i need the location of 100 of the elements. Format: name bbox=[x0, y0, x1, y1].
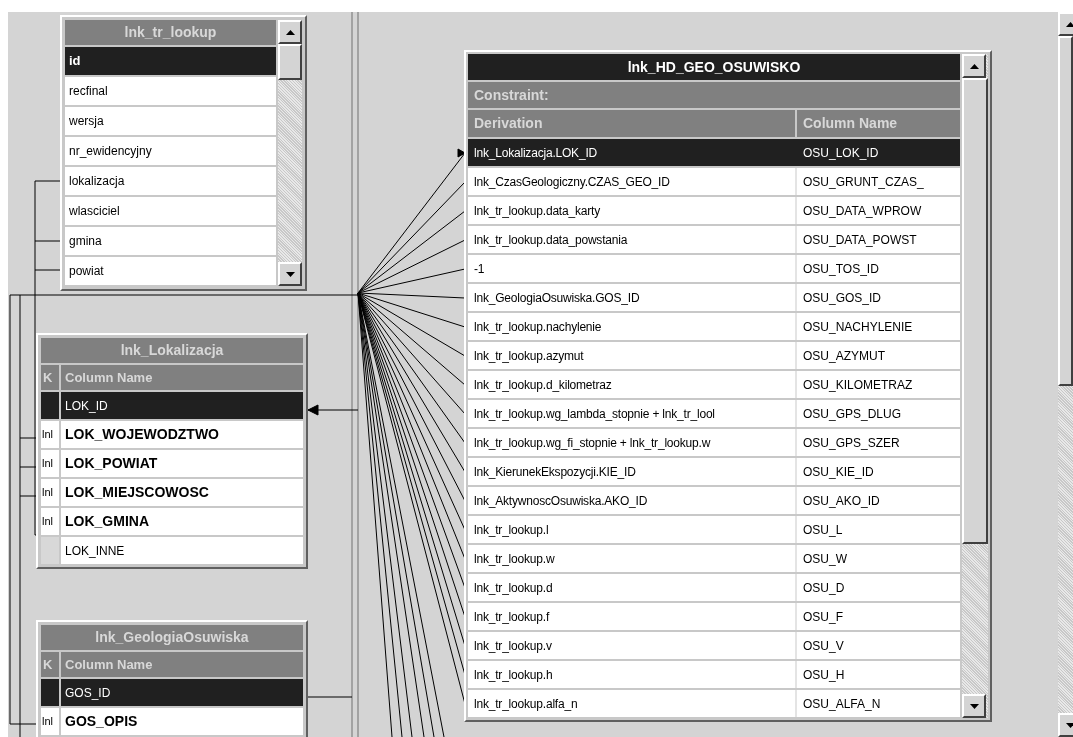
key-cell: lnl bbox=[41, 450, 59, 477]
up-arrow-icon bbox=[1065, 21, 1073, 27]
table-row[interactable]: lnk_tr_lookup.wg_lambda_stopnie + lnk_tr_lool OSU_GPS_DLUG bbox=[468, 400, 960, 427]
derivation-cell: lnk_tr_lookup.alfa_n bbox=[468, 690, 795, 717]
derivation-cell-text: lnk_Lokalizacja.LOK_ID bbox=[473, 144, 598, 162]
column-name-cell: OSU_KIE_ID bbox=[797, 458, 960, 485]
column-name-cell: OSU_V bbox=[797, 632, 960, 659]
table-node[interactable] bbox=[464, 50, 992, 722]
column-row[interactable]: lokalizacja bbox=[65, 167, 276, 195]
column-row[interactable]: LOK_MIEJSCOWOSC bbox=[61, 479, 303, 506]
derivation-cell: lnk_tr_lookup.d_kilometraz bbox=[468, 371, 795, 398]
table-title: lnk_tr_lookup bbox=[65, 20, 276, 45]
column-header: Column Name bbox=[797, 110, 960, 137]
scroll-up-button[interactable] bbox=[278, 20, 302, 44]
table-row[interactable]: lnk_tr_lookup.d_kilometraz OSU_KILOMETRAZ bbox=[468, 371, 960, 398]
column-row[interactable]: id bbox=[65, 47, 276, 75]
derivation-cell: lnk_tr_lookup.nachylenie bbox=[468, 313, 795, 340]
key-cell: lnl bbox=[41, 708, 59, 735]
table-row[interactable]: -1 OSU_TOS_ID bbox=[468, 255, 960, 282]
table-row[interactable]: lnk_tr_lookup.v OSU_V bbox=[468, 632, 960, 659]
table-row[interactable]: lnk_tr_lookup.data_karty OSU_DATA_WPROW bbox=[468, 197, 960, 224]
scrollbar-thumb[interactable] bbox=[278, 44, 302, 80]
key-cell bbox=[41, 679, 59, 706]
column-row[interactable]: nr_ewidencyjny bbox=[65, 137, 276, 165]
up-arrow-icon bbox=[285, 29, 295, 35]
derivation-cell: lnk_tr_lookup.d bbox=[468, 574, 795, 601]
column-header: Derivation bbox=[468, 110, 795, 137]
key-cell bbox=[41, 392, 59, 419]
table-row[interactable]: lnk_tr_lookup.nachylenie OSU_NACHYLENIE bbox=[468, 313, 960, 340]
derivation-cell: lnk_tr_lookup.azymut bbox=[468, 342, 795, 369]
column-row[interactable]: LOK_WOJEWODZTWO bbox=[61, 421, 303, 448]
constraint-label: Constraint: bbox=[468, 82, 960, 108]
column-name-cell: OSU_GRUNT_CZAS_ bbox=[797, 168, 960, 195]
derivation-cell: lnk_tr_lookup.l bbox=[468, 516, 795, 543]
column-row[interactable]: LOK_ID bbox=[61, 392, 303, 419]
table-row[interactable]: lnk_Lokalizacja.LOK_ID OSU_LOK_ID bbox=[468, 139, 960, 166]
column-name-cell: OSU_DATA_POWST bbox=[797, 226, 960, 253]
table-row[interactable]: lnk_CzasGeologiczny.CZAS_GEO_ID OSU_GRUNT_CZAS_ bbox=[468, 168, 960, 195]
key-cell: lnl bbox=[41, 421, 59, 448]
scroll-up-button[interactable] bbox=[962, 54, 986, 78]
column-header: K bbox=[41, 652, 59, 677]
table-node[interactable]: lnk_GeologiaOsuwiska K Column Name GOS_ID lnl GOS_OPIS bbox=[36, 620, 308, 737]
table-row[interactable]: lnk_KierunekEkspozycji.KIE_ID OSU_KIE_ID bbox=[468, 458, 960, 485]
derivation-cell: lnk_tr_lookup.f bbox=[468, 603, 795, 630]
column-row[interactable]: wlasciciel bbox=[65, 197, 276, 225]
scroll-down-button[interactable] bbox=[962, 694, 986, 718]
column-name-cell: OSU_AZYMUT bbox=[797, 342, 960, 369]
table-row[interactable]: lnk_tr_lookup.l OSU_L bbox=[468, 516, 960, 543]
column-row[interactable]: GOS_ID bbox=[61, 679, 303, 706]
scrollbar-thumb[interactable] bbox=[962, 78, 988, 544]
table-row[interactable]: lnk_GeologiaOsuwiska.GOS_ID OSU_GOS_ID bbox=[468, 284, 960, 311]
table-row[interactable]: lnk_tr_lookup.azymut OSU_AZYMUT bbox=[468, 342, 960, 369]
column-name-cell: OSU_NACHYLENIE bbox=[797, 313, 960, 340]
table-row[interactable]: lnk_tr_lookup.data_powstania OSU_DATA_POWST bbox=[468, 226, 960, 253]
vertical-scrollbar[interactable] bbox=[1058, 12, 1073, 737]
column-row[interactable]: gmina bbox=[65, 227, 276, 255]
table-row[interactable]: lnk_tr_lookup.alfa_n OSU_ALFA_N bbox=[468, 690, 960, 717]
table-row[interactable]: lnk_AktywnoscOsuwiska.AKO_ID OSU_AKO_ID bbox=[468, 487, 960, 514]
column-row[interactable]: LOK_POWIAT bbox=[61, 450, 303, 477]
column-header: Column Name bbox=[61, 652, 303, 677]
scrollbar-thumb[interactable] bbox=[1058, 36, 1073, 386]
column-row[interactable]: GOS_OPIS bbox=[61, 708, 303, 735]
up-arrow-icon bbox=[969, 63, 979, 69]
column-name-cell: OSU_W bbox=[797, 545, 960, 572]
table-node[interactable]: lnk_tr_lookup id recfinal wersja nr_ewidencyjny lokalizacja wlasciciel gmina powiat bbox=[60, 15, 307, 291]
column-row[interactable]: recfinal bbox=[65, 77, 276, 105]
table-title: lnk_Lokalizacja bbox=[41, 338, 303, 363]
column-row[interactable]: powiat bbox=[65, 257, 276, 285]
derivation-cell: lnk_tr_lookup.wg_lambda_stopnie + lnk_tr_lool bbox=[468, 400, 795, 427]
scroll-down-button[interactable] bbox=[278, 262, 302, 286]
derivation-cell: lnk_CzasGeologiczny.CZAS_GEO_ID bbox=[468, 168, 795, 195]
column-name-cell: OSU_GPS_SZER bbox=[797, 429, 960, 456]
derivation-cell: lnk_tr_lookup.w bbox=[468, 545, 795, 572]
column-row[interactable]: LOK_INNE bbox=[61, 537, 303, 564]
column-name-cell: OSU_TOS_ID bbox=[797, 255, 960, 282]
derivation-cell: lnk_tr_lookup.data_powstania bbox=[468, 226, 795, 253]
column-name-cell: OSU_GPS_DLUG bbox=[797, 400, 960, 427]
key-cell: lnl bbox=[41, 508, 59, 535]
column-name-cell-text: OSU_LOK_ID bbox=[802, 144, 880, 162]
derivation-cell: lnk_KierunekEkspozycji.KIE_ID bbox=[468, 458, 795, 485]
down-arrow-icon bbox=[285, 271, 295, 277]
table-row[interactable]: lnk_tr_lookup.w OSU_W bbox=[468, 545, 960, 572]
column-name-cell: OSU_GOS_ID bbox=[797, 284, 960, 311]
table-row[interactable]: lnk_tr_lookup.wg_fi_stopnie + lnk_tr_lookup.w OSU_GPS_SZER bbox=[468, 429, 960, 456]
table-row[interactable]: lnk_tr_lookup.h OSU_H bbox=[468, 661, 960, 688]
vertical-scrollbar[interactable] bbox=[278, 20, 302, 286]
table-row[interactable]: lnk_tr_lookup.d OSU_D bbox=[468, 574, 960, 601]
derivation-cell: lnk_AktywnoscOsuwiska.AKO_ID bbox=[468, 487, 795, 514]
derivation-cell: lnk_GeologiaOsuwiska.GOS_ID bbox=[468, 284, 795, 311]
column-name-cell: OSU_ALFA_N bbox=[797, 690, 960, 717]
table-title: lnk_HD_GEO_OSUWISKO bbox=[468, 54, 960, 80]
column-header: K bbox=[41, 365, 59, 390]
table-node[interactable]: lnk_Lokalizacja K Column Name LOK_ID lnl LOK_WOJEWODZTWO lnl LOK_POWIAT lnl LOK_MIEJSCOWOSC lnl LOK_GMINA LOK_INNE bbox=[36, 333, 308, 569]
column-row[interactable]: wersja bbox=[65, 107, 276, 135]
column-name-cell: OSU_AKO_ID bbox=[797, 487, 960, 514]
column-name-cell: OSU_H bbox=[797, 661, 960, 688]
column-row[interactable]: LOK_GMINA bbox=[61, 508, 303, 535]
vertical-scrollbar[interactable] bbox=[962, 54, 988, 718]
column-name-cell: OSU_KILOMETRAZ bbox=[797, 371, 960, 398]
table-row[interactable]: lnk_tr_lookup.f OSU_F bbox=[468, 603, 960, 630]
